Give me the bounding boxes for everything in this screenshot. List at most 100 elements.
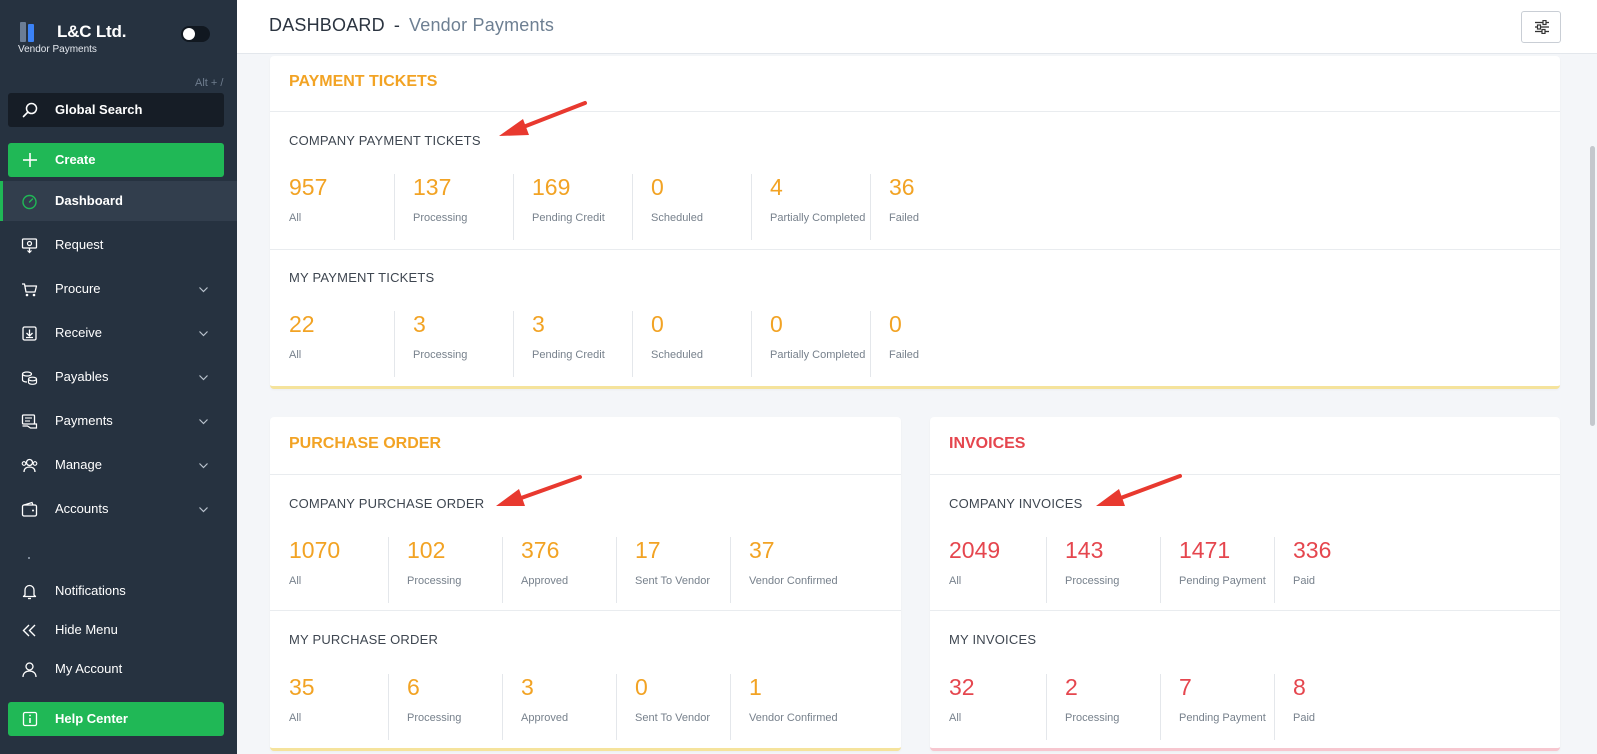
- stat-item[interactable]: 376 Approved: [502, 537, 615, 603]
- stat-item[interactable]: 0 Scheduled: [632, 311, 750, 377]
- stat-value: 3: [532, 311, 545, 337]
- annotation-arrow-icon: [496, 475, 582, 506]
- sliders-icon: [1535, 20, 1549, 34]
- stat-item[interactable]: 336 Paid: [1274, 537, 1387, 603]
- sidebar-item-accounts[interactable]: Accounts: [0, 489, 237, 529]
- sidebar-item-notifications[interactable]: Notifications: [0, 571, 237, 611]
- stat-item[interactable]: 102 Processing: [388, 537, 501, 603]
- separator-dot: [28, 557, 30, 559]
- sidebar-item-dashboard[interactable]: Dashboard: [0, 181, 237, 221]
- sidebar-item-label: Request: [55, 237, 104, 252]
- stat-value: 36: [889, 174, 915, 200]
- sidebar-item-my-account[interactable]: My Account: [0, 649, 237, 689]
- stat-value: 0: [651, 311, 664, 337]
- annotation-arrow-icon: [1096, 474, 1182, 506]
- stat-label: Failed: [889, 349, 919, 361]
- card-divider: [270, 111, 1560, 112]
- stat-item[interactable]: 3 Pending Credit: [513, 311, 631, 377]
- stat-item[interactable]: 957 All: [289, 174, 389, 240]
- filter-settings-button[interactable]: [1521, 11, 1561, 43]
- card-divider: [270, 610, 901, 611]
- info-icon: [22, 711, 38, 727]
- stat-value: 6: [407, 674, 420, 700]
- stat-item[interactable]: 32 All: [949, 674, 1049, 740]
- sidebar-item-procure[interactable]: Procure: [0, 269, 237, 309]
- create-button[interactable]: Create: [8, 143, 224, 177]
- stat-item[interactable]: 137 Processing: [394, 174, 512, 240]
- stat-item[interactable]: 4 Partially Completed: [751, 174, 869, 240]
- sidebar-item-label: Procure: [55, 281, 101, 296]
- stat-label: Pending Credit: [532, 212, 605, 224]
- stat-item[interactable]: 22 All: [289, 311, 389, 377]
- stat-label: Failed: [889, 212, 919, 224]
- sidebar-item-hide-menu[interactable]: Hide Menu: [0, 610, 237, 650]
- stat-value: 8: [1293, 674, 1306, 700]
- stat-value: 169: [532, 174, 571, 200]
- stat-item[interactable]: 17 Sent To Vendor: [616, 537, 729, 603]
- stat-value: 1471: [1179, 537, 1231, 563]
- stat-value: 102: [407, 537, 446, 563]
- stat-item[interactable]: 37 Vendor Confirmed: [730, 537, 860, 603]
- stat-label: Processing: [1065, 712, 1120, 724]
- search-icon: [22, 102, 38, 118]
- page-scrollbar[interactable]: [1590, 146, 1595, 426]
- sidebar-item-payables[interactable]: Payables: [0, 357, 237, 397]
- sidebar-item-payments[interactable]: Payments: [0, 401, 237, 441]
- stat-item[interactable]: 1070 All: [289, 537, 389, 603]
- stat-item[interactable]: 143 Processing: [1046, 537, 1159, 603]
- stat-item[interactable]: 6 Processing: [388, 674, 501, 740]
- stat-item[interactable]: 2049 All: [949, 537, 1049, 603]
- page-title: DASHBOARD - Vendor Payments: [269, 15, 554, 36]
- stat-item[interactable]: 0 Scheduled: [632, 174, 750, 240]
- stat-label: All: [949, 712, 962, 724]
- help-center-button[interactable]: Help Center: [8, 702, 224, 736]
- wallet-icon: [21, 501, 38, 517]
- stat-label: Processing: [413, 212, 468, 224]
- stat-item[interactable]: 36 Failed: [870, 174, 988, 240]
- stat-label: All: [289, 712, 302, 724]
- stat-value: 22: [289, 311, 315, 337]
- sidebar-item-manage[interactable]: Manage: [0, 445, 237, 485]
- bell-icon: [22, 584, 37, 600]
- chevron-down-icon: [199, 331, 208, 337]
- stat-item[interactable]: 35 All: [289, 674, 389, 740]
- page-title-subtitle: Vendor Payments: [409, 15, 555, 35]
- page-title-separator: -: [393, 15, 401, 35]
- stat-label: Scheduled: [651, 349, 703, 361]
- brand-name: L&C Ltd.: [57, 22, 127, 41]
- users-icon: [21, 458, 38, 473]
- stat-item[interactable]: 0 Sent To Vendor: [616, 674, 729, 740]
- toggle-knob: [183, 28, 195, 40]
- sidebar-item-receive[interactable]: Receive: [0, 313, 237, 353]
- sidebar-item-label: Receive: [55, 325, 102, 340]
- theme-toggle[interactable]: [181, 26, 210, 42]
- stat-item[interactable]: 3 Approved: [502, 674, 615, 740]
- plus-icon: [23, 153, 37, 167]
- stat-value: 2049: [949, 537, 1001, 563]
- stat-item[interactable]: 7 Pending Payment: [1160, 674, 1273, 740]
- company-payment-tickets-title: COMPANY PAYMENT TICKETS: [289, 133, 481, 148]
- stat-item[interactable]: 8 Paid: [1274, 674, 1387, 740]
- stat-item[interactable]: 169 Pending Credit: [513, 174, 631, 240]
- stat-item[interactable]: 0 Failed: [870, 311, 988, 377]
- global-search-button[interactable]: Global Search: [8, 93, 224, 127]
- stat-value: 17: [635, 537, 661, 563]
- stat-item[interactable]: 0 Partially Completed: [751, 311, 869, 377]
- annotation-arrow-icon: [499, 101, 587, 136]
- stat-value: 0: [889, 311, 902, 337]
- sidebar-item-request[interactable]: Request: [0, 225, 237, 265]
- stat-item[interactable]: 3 Processing: [394, 311, 512, 377]
- stat-item[interactable]: 2 Processing: [1046, 674, 1159, 740]
- receive-icon: [22, 326, 37, 341]
- stat-item[interactable]: 1 Vendor Confirmed: [730, 674, 860, 740]
- my-payment-tickets-title: MY PAYMENT TICKETS: [289, 270, 435, 285]
- stat-item[interactable]: 1471 Pending Payment: [1160, 537, 1273, 603]
- sidebar: L&C Ltd. Vendor Payments Alt + / Global …: [0, 0, 237, 754]
- company-invoices-title: COMPANY INVOICES: [949, 496, 1083, 511]
- stat-value: 37: [749, 537, 775, 563]
- stat-value: 957: [289, 174, 328, 200]
- sidebar-item-label: Accounts: [55, 501, 109, 516]
- stat-value: 0: [770, 311, 783, 337]
- stat-label: Processing: [1065, 575, 1120, 587]
- stat-label: Paid: [1293, 712, 1316, 724]
